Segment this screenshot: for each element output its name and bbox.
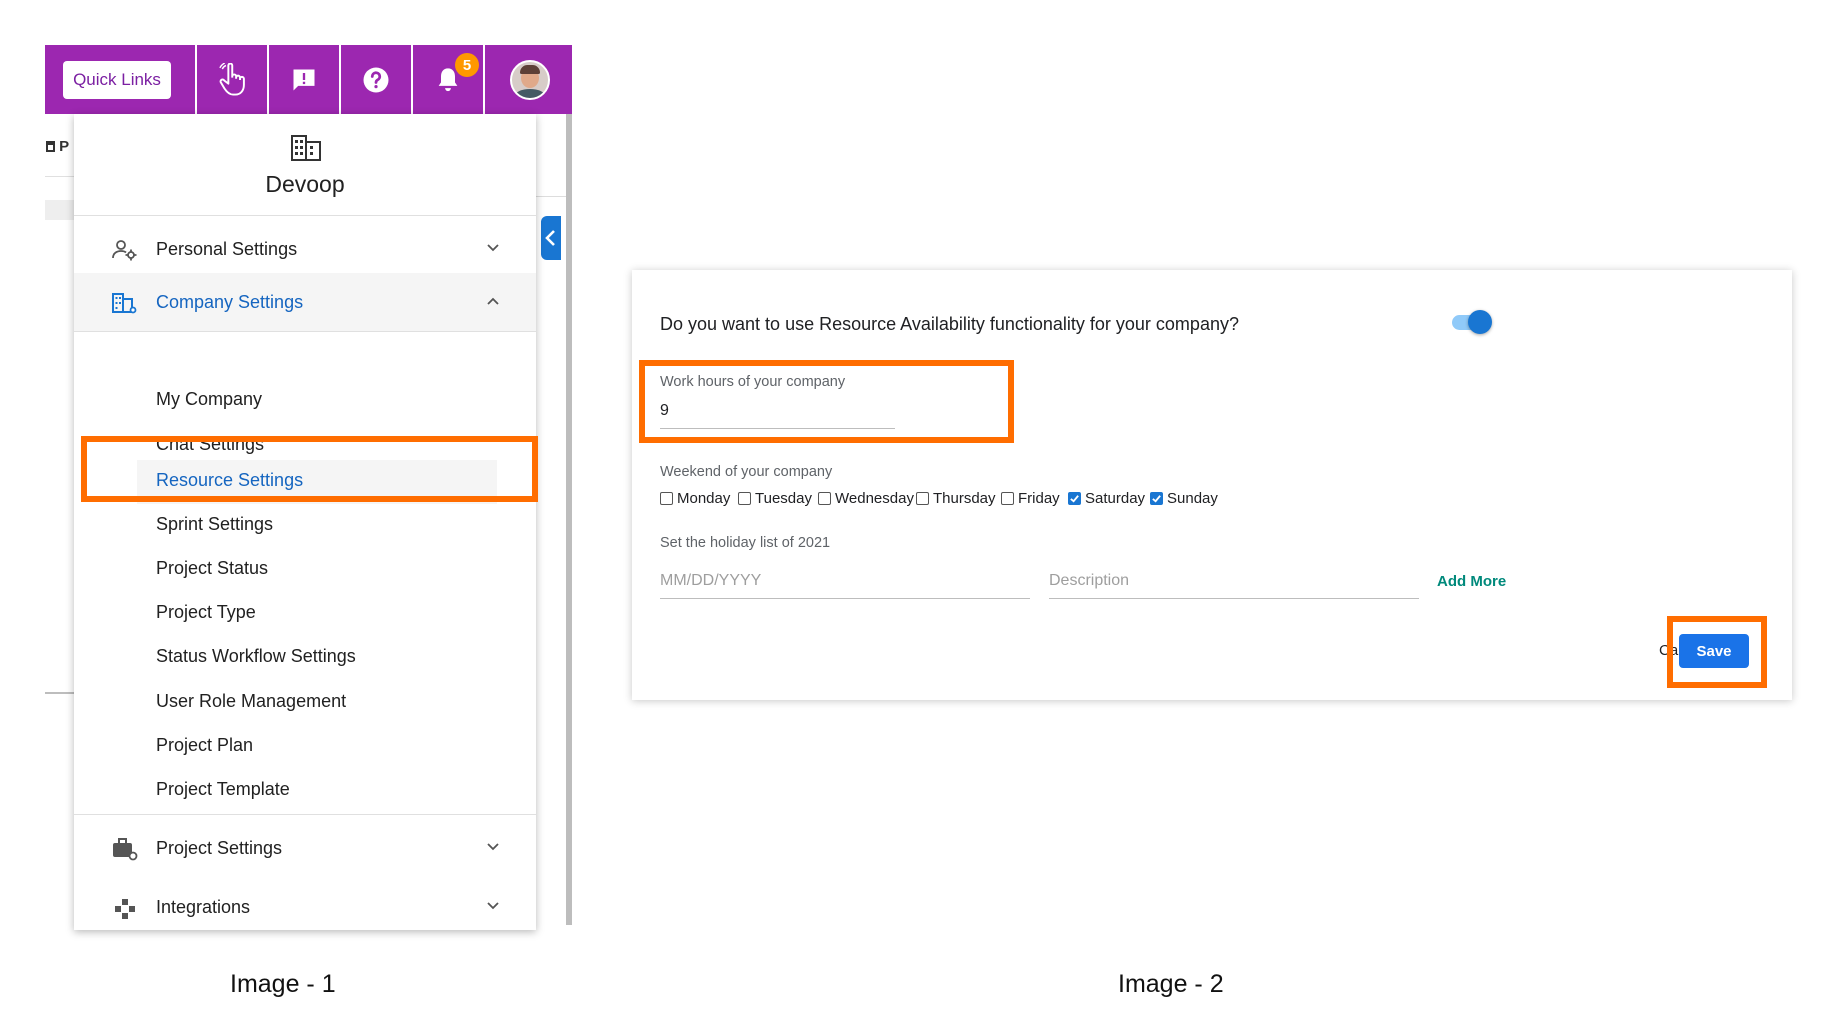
settings-menu: Devoop Personal Settings Company Setting… (74, 114, 536, 930)
menu-divider (74, 814, 536, 815)
help-button[interactable] (339, 45, 411, 114)
section-label: Integrations (156, 896, 251, 917)
hand-pointer-icon (219, 62, 245, 96)
top-navigation-bar: Quick Links 5 (45, 45, 572, 114)
checkbox-unchecked[interactable] (916, 492, 929, 505)
user-settings-icon (112, 240, 137, 261)
resource-availability-question: Do you want to use Resource Availability… (660, 314, 1239, 334)
chevron-left-icon (545, 230, 555, 246)
menu-item-sprint-settings[interactable]: Sprint Settings (156, 514, 273, 535)
checkbox-unchecked[interactable] (738, 492, 751, 505)
chevron-down-icon (487, 902, 499, 910)
section-label: Company Settings (156, 291, 304, 312)
resource-settings-card: Do you want to use Resource Availability… (632, 270, 1792, 700)
user-avatar-button[interactable] (483, 45, 574, 114)
chevron-up-icon (487, 297, 499, 305)
feedback-icon (293, 69, 315, 90)
checkbox-unchecked[interactable] (660, 492, 673, 505)
background-tab-fragment: P (46, 138, 69, 155)
weekend-day-friday[interactable]: Friday (1001, 490, 1060, 507)
weekend-day-monday[interactable]: Monday (660, 490, 730, 507)
image-1-panel: P Quick Links 5 Devoop Personal Settings… (0, 0, 600, 998)
holiday-list-label: Set the holiday list of 2021 (660, 535, 831, 551)
highlight-box-work-hours (639, 360, 1014, 443)
highlight-box-save (1667, 616, 1767, 688)
menu-item-project-template[interactable]: Project Template (156, 779, 290, 800)
background-divider (45, 200, 75, 220)
company-settings-icon (112, 293, 137, 314)
building-icon (291, 135, 321, 161)
checkbox-unchecked[interactable] (818, 492, 831, 505)
checkbox-checked[interactable] (1150, 492, 1163, 505)
section-label: Project Settings (156, 837, 283, 858)
notifications-button[interactable]: 5 (411, 45, 483, 114)
add-more-button[interactable]: Add More (1437, 573, 1506, 590)
weekend-day-thursday[interactable]: Thursday (916, 490, 996, 507)
menu-item-project-plan[interactable]: Project Plan (156, 735, 253, 756)
menu-item-project-status[interactable]: Project Status (156, 558, 268, 579)
weekend-day-wednesday[interactable]: Wednesday (818, 490, 914, 507)
pointer-tool-button[interactable] (195, 45, 267, 114)
notification-count-badge: 5 (455, 53, 479, 77)
menu-company-header: Devoop (74, 114, 536, 216)
caption-image-2: Image - 2 (1118, 970, 1224, 998)
sidebar-collapse-button[interactable] (541, 216, 561, 260)
weekend-day-label: Thursday (933, 490, 996, 507)
integrations-icon (115, 899, 135, 919)
partial-tab-label: P (59, 138, 70, 155)
checkmark-icon (1070, 495, 1079, 503)
chevron-down-icon (487, 843, 499, 851)
weekend-day-label: Monday (677, 490, 731, 507)
weekend-day-saturday[interactable]: Saturday (1068, 490, 1145, 507)
weekend-day-label: Wednesday (835, 490, 914, 507)
weekend-day-sunday[interactable]: Sunday (1150, 490, 1218, 507)
window-scrollbar[interactable] (566, 45, 572, 925)
toggle-knob (1468, 310, 1492, 334)
weekend-day-tuesday[interactable]: Tuesday (738, 490, 812, 507)
holiday-description-underline (1049, 598, 1419, 599)
menu-section-personal-settings[interactable]: Personal Settings (74, 220, 536, 278)
weekend-day-label: Saturday (1085, 490, 1146, 507)
weekend-label: Weekend of your company (660, 464, 833, 480)
quick-links-button[interactable]: Quick Links (63, 61, 171, 99)
checkbox-checked[interactable] (1068, 492, 1081, 505)
background-divider (45, 176, 75, 177)
menu-divider (74, 331, 536, 332)
feedback-button[interactable] (267, 45, 339, 114)
background-divider (45, 692, 75, 694)
menu-item-my-company[interactable]: My Company (156, 389, 262, 410)
caption-image-1: Image - 1 (230, 970, 336, 998)
holiday-date-underline (660, 598, 1030, 599)
background-area-right (536, 114, 566, 197)
menu-section-integrations[interactable]: Integrations (74, 878, 536, 936)
menu-item-project-type[interactable]: Project Type (156, 602, 256, 623)
holiday-description-input[interactable]: Description (1049, 572, 1419, 590)
highlight-box-resource-settings (81, 436, 538, 502)
avatar (509, 59, 550, 100)
checkbox-unchecked[interactable] (1001, 492, 1014, 505)
menu-section-company-settings[interactable]: Company Settings (74, 273, 536, 331)
weekend-day-label: Tuesday (755, 490, 812, 507)
menu-item-user-role-management[interactable]: User Role Management (156, 691, 346, 712)
grid-icon (46, 141, 55, 152)
weekend-day-label: Friday (1018, 490, 1060, 507)
weekend-day-label: Sunday (1167, 490, 1218, 507)
chevron-down-icon (487, 244, 499, 252)
checkmark-icon (1152, 495, 1161, 503)
menu-item-status-workflow-settings[interactable]: Status Workflow Settings (156, 646, 356, 667)
briefcase-settings-icon (113, 838, 138, 861)
company-name: Devoop (265, 171, 345, 197)
section-label: Personal Settings (156, 238, 298, 259)
holiday-date-input[interactable]: MM/DD/YYYY (660, 572, 1030, 590)
menu-section-project-settings[interactable]: Project Settings (74, 819, 536, 877)
help-icon (363, 67, 389, 92)
